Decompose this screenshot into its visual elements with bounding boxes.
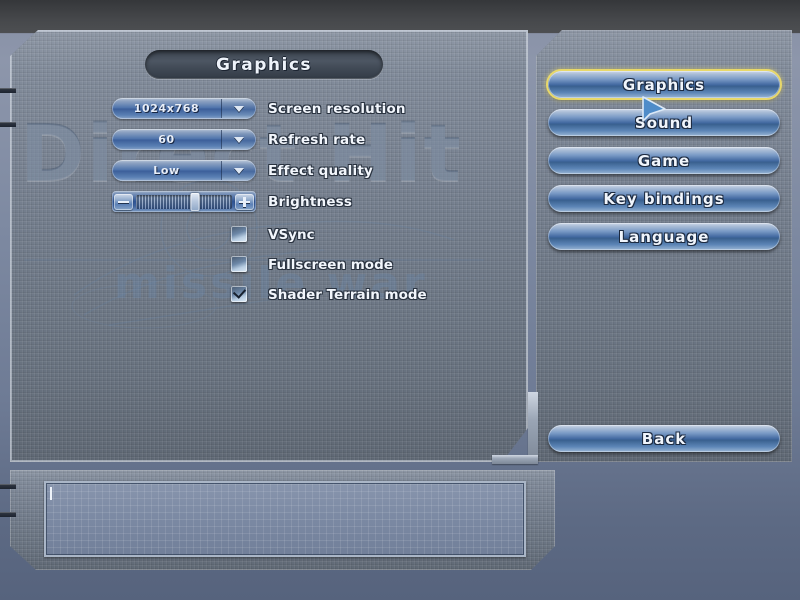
minus-icon[interactable] — [114, 193, 133, 210]
left-accent-bar-3 — [0, 484, 16, 489]
plus-icon[interactable] — [235, 193, 254, 210]
slider-thumb[interactable] — [190, 192, 200, 211]
setting-label: Screen resolution — [268, 101, 406, 117]
nav-item-label: Language — [618, 227, 710, 246]
page-title-label: Graphics — [215, 54, 313, 75]
brightness-slider[interactable] — [112, 191, 256, 212]
dropdown-refresh-rate[interactable]: 60 — [112, 129, 256, 150]
checkbox-label: Fullscreen mode — [268, 257, 393, 273]
top-bezel — [0, 0, 800, 33]
nav-item-label: Key bindings — [603, 189, 725, 208]
nav-item-key-bindings[interactable]: Key bindings — [548, 185, 780, 212]
checkbox-label: VSync — [268, 227, 315, 243]
nav-item-sound[interactable]: Sound — [548, 109, 780, 136]
left-accent-bar-2 — [0, 122, 16, 127]
back-button-label: Back — [641, 429, 687, 448]
setting-label: Refresh rate — [268, 132, 366, 148]
nav-item-language[interactable]: Language — [548, 223, 780, 250]
checkbox-shader-terrain-mode[interactable] — [231, 286, 247, 302]
checkbox-label: Shader Terrain mode — [268, 287, 427, 303]
page-title: Graphics — [145, 50, 383, 79]
checkbox-fullscreen-mode[interactable] — [231, 256, 247, 272]
slider-track[interactable] — [136, 192, 232, 211]
dropdown-value: 60 — [158, 133, 175, 146]
panel-bridge-bottom — [492, 455, 538, 464]
console-input[interactable] — [44, 481, 526, 557]
dropdown-effect-quality[interactable]: Low — [112, 160, 256, 181]
panel-bridge-right — [528, 392, 538, 462]
nav-item-label: Sound — [634, 113, 694, 132]
nav-item-label: Game — [637, 151, 691, 170]
setting-label: Effect quality — [268, 163, 373, 179]
nav-item-game[interactable]: Game — [548, 147, 780, 174]
checkbox-vsync[interactable] — [231, 226, 247, 242]
left-accent-bar-1 — [0, 88, 16, 93]
text-caret — [50, 487, 52, 500]
setting-label: Brightness — [268, 194, 353, 210]
nav-item-label: Graphics — [622, 75, 706, 94]
nav-item-graphics[interactable]: Graphics — [548, 71, 780, 98]
back-button[interactable]: Back — [548, 425, 780, 452]
chevron-down-icon[interactable] — [221, 99, 255, 118]
dropdown-value: Low — [153, 164, 180, 177]
dropdown-value: 1024x768 — [133, 102, 200, 115]
graphics-settings-panel — [10, 30, 528, 462]
left-accent-bar-4 — [0, 512, 16, 517]
dropdown-screen-resolution[interactable]: 1024x768 — [112, 98, 256, 119]
chevron-down-icon[interactable] — [221, 130, 255, 149]
game-settings-screen: Direct Hit missile war Graphics 1024x768… — [0, 0, 800, 600]
chevron-down-icon[interactable] — [221, 161, 255, 180]
